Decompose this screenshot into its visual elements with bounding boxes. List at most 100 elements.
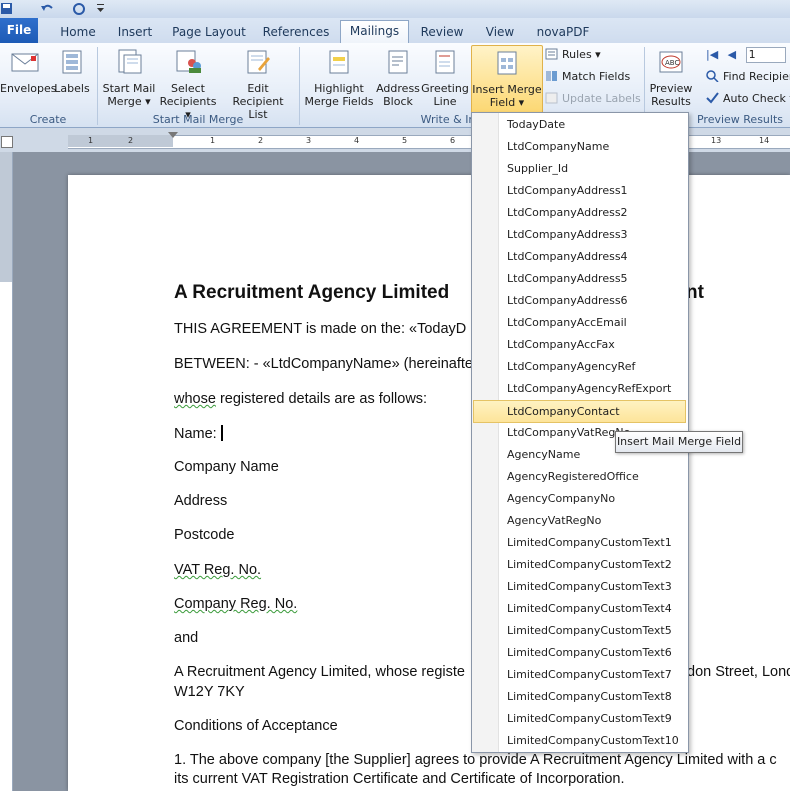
merge-field-item[interactable]: LimitedCompanyCustomText6 [474,642,684,663]
record-number-input[interactable]: 1 [745,47,786,63]
rules-icon [545,48,558,60]
tab-references[interactable]: References [260,22,332,42]
tab-insert[interactable]: Insert [112,22,158,42]
edit-list-icon [222,49,294,78]
merge-field-item[interactable]: LtdCompanyAddress4 [474,246,684,267]
customize-toolbar-icon[interactable] [96,2,110,15]
merge-field-item[interactable]: LtdCompanyAddress5 [474,268,684,289]
highlight-merge-fields-button[interactable]: Highlight Merge Fields [302,49,376,108]
redo-icon[interactable] [72,2,86,15]
labels-button[interactable]: Labels [52,49,92,95]
ruler-number: 13 [711,136,722,145]
greeting-line-icon [421,49,469,78]
insert-merge-field-button[interactable]: Insert Merge Field ▾ [471,45,543,117]
group-label-write-insert: Write & In [420,113,476,126]
merge-field-item[interactable]: LtdCompanyAddress6 [474,290,684,311]
merge-field-label: LimitedCompanyCustomText2 [507,558,672,571]
envelopes-button[interactable]: Envelopes [0,49,56,95]
merge-field-item[interactable]: LtdCompanyAddress2 [474,202,684,223]
select-recipients-button[interactable]: Select Recipients ▾ [156,49,220,121]
merge-field-label: AgencyName [507,448,581,461]
find-recipient-button[interactable]: Find Recipien [706,69,790,85]
merge-field-item[interactable]: Supplier_Id [474,158,684,179]
ruler-view-toggle[interactable] [1,136,13,148]
merge-field-item[interactable]: AgencyVatRegNo [474,510,684,531]
merge-field-item[interactable]: LtdCompanyAccFax [474,334,684,355]
save-icon[interactable] [0,2,14,15]
merge-field-item[interactable]: LimitedCompanyCustomText9 [474,708,684,729]
merge-field-item[interactable]: AgencyRegisteredOffice [474,466,684,487]
merge-field-item[interactable]: LtdCompanyAgencyRef [474,356,684,377]
group-divider [299,47,300,125]
merge-field-label: LimitedCompanyCustomText9 [507,712,672,725]
group-label-preview-results: Preview Results [696,113,784,126]
tab-novapdf[interactable]: novaPDF [530,22,596,42]
ruler-number: 14 [759,136,770,145]
previous-record-icon[interactable]: ◀ [728,48,736,61]
merge-field-item[interactable]: LimitedCompanyCustomText2 [474,554,684,575]
merge-field-label: LimitedCompanyCustomText5 [507,624,672,637]
tab-file[interactable]: File [0,18,38,43]
rules-button[interactable]: Rules ▾ [545,47,601,63]
merge-field-item[interactable]: LimitedCompanyCustomText5 [474,620,684,641]
tab-mailings[interactable]: Mailings [340,20,409,44]
ruler-number: 5 [402,136,408,145]
recipients-icon [156,49,220,78]
clause-one-continued: its current VAT Registration Certificate… [174,771,625,787]
indent-marker[interactable] [168,132,178,138]
merge-field-item[interactable]: LimitedCompanyCustomText4 [474,598,684,619]
merge-field-label: LtdCompanyAddress5 [507,272,628,285]
agency-paragraph: A Recruitment Agency Limited, whose regi… [174,664,465,680]
merge-field-label: Supplier_Id [507,162,569,175]
undo-icon[interactable] [40,2,54,15]
preview-results-button[interactable]: ABC Preview Results [646,49,696,108]
merge-field-item[interactable]: LtdCompanyAddress1 [474,180,684,201]
merge-field-item[interactable]: LimitedCompanyCustomText1 [474,532,684,553]
tab-review[interactable]: Review [416,22,468,42]
ribbon-tabs: File Home Insert Page Layout References … [0,18,790,44]
document-title: A Recruitment Agency Limited [174,282,450,303]
merge-field-item[interactable]: LimitedCompanyCustomText10 [474,730,684,751]
merge-field-item[interactable]: LtdCompanyName [474,136,684,157]
merge-field-item[interactable]: LtdCompanyAgencyRefExport [474,378,684,399]
merge-field-item[interactable]: LimitedCompanyCustomText3 [474,576,684,597]
auto-check-button[interactable]: Auto Check f [706,91,790,107]
merge-field-item[interactable]: LtdCompanyContact [473,400,686,423]
merge-field-item[interactable]: TodayDate [474,114,684,135]
merge-field-item[interactable]: LimitedCompanyCustomText7 [474,664,684,685]
tab-view[interactable]: View [478,22,522,42]
preview-icon: ABC [646,49,696,78]
first-record-icon[interactable]: |◀ [706,48,718,61]
merge-field-label: LtdCompanyContact [507,405,620,418]
merge-field-item[interactable]: LtdCompanyAccEmail [474,312,684,333]
merge-field-label: LtdCompanyAddress4 [507,250,628,263]
merge-field-item[interactable]: AgencyCompanyNo [474,488,684,509]
merge-field-label: LtdCompanyAddress2 [507,206,628,219]
registered-details-line: whose registered details are as follows: [174,391,427,407]
merge-field-label: AgencyRegisteredOffice [507,470,639,483]
start-mail-merge-button[interactable]: Start Mail Merge ▾ [100,49,158,108]
group-label-create: Create [29,113,67,126]
update-labels-button[interactable]: Update Labels [545,91,641,107]
match-fields-icon [545,70,558,82]
merge-field-item[interactable]: LimitedCompanyCustomText8 [474,686,684,707]
postcode-label: Postcode [174,527,235,543]
edit-recipient-list-button[interactable]: Edit Recipient List [222,49,294,121]
record-navigation: |◀ ◀ 1 [706,47,786,63]
merge-field-label: LimitedCompanyCustomText8 [507,690,672,703]
greeting-line-button[interactable]: Greeting Line [421,49,469,108]
ruler-number: 4 [354,136,360,145]
merge-field-label: AgencyVatRegNo [507,514,602,527]
tab-home[interactable]: Home [55,22,101,42]
vertical-ruler-margin [0,152,12,282]
find-icon [706,70,719,83]
vertical-ruler[interactable] [0,152,13,791]
merge-field-label: LimitedCompanyCustomText1 [507,536,672,549]
match-fields-button[interactable]: Match Fields [545,69,630,85]
merge-field-label: TodayDate [507,118,566,131]
merge-field-item[interactable]: LtdCompanyAddress3 [474,224,684,245]
address-block-button[interactable]: Address Block [374,49,422,108]
highlight-fields-icon [302,49,376,78]
tab-page-layout[interactable]: Page Layout [170,22,248,42]
merge-field-label: LtdCompanyName [507,140,610,153]
